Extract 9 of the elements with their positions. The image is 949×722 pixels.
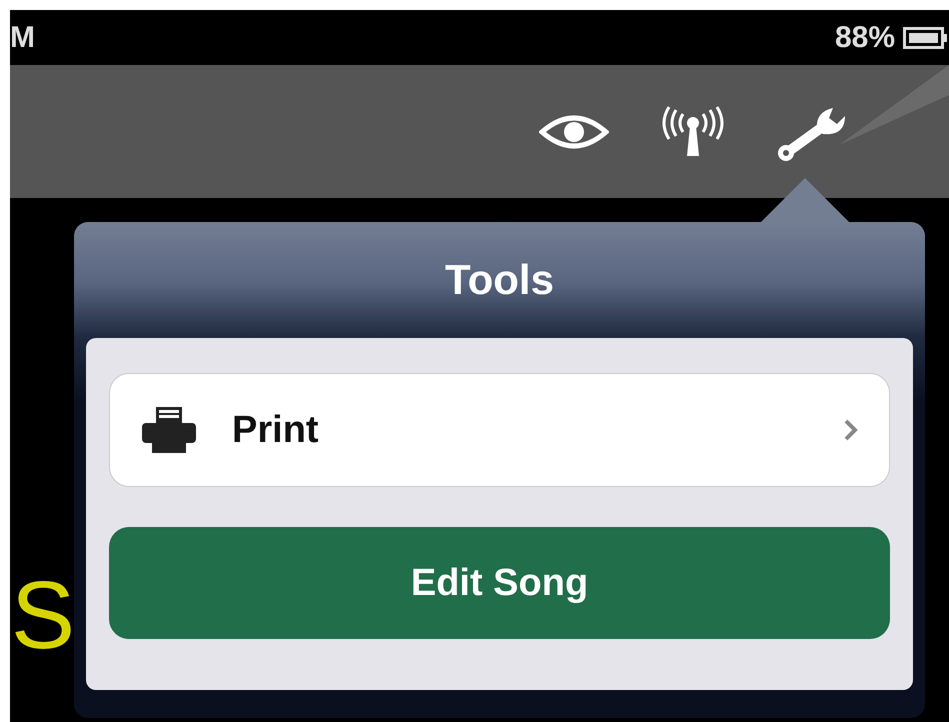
song-title: S: [11, 568, 76, 664]
battery-percent: 88%: [834, 20, 895, 54]
popover-title: Tools: [445, 256, 554, 304]
chevron-icon: [843, 418, 859, 442]
printer-icon: [142, 407, 196, 453]
battery-icon: [903, 26, 947, 50]
print-row[interactable]: Print: [109, 373, 890, 487]
edit-song-button[interactable]: Edit Song: [109, 527, 890, 639]
status-time: M: [10, 20, 35, 54]
